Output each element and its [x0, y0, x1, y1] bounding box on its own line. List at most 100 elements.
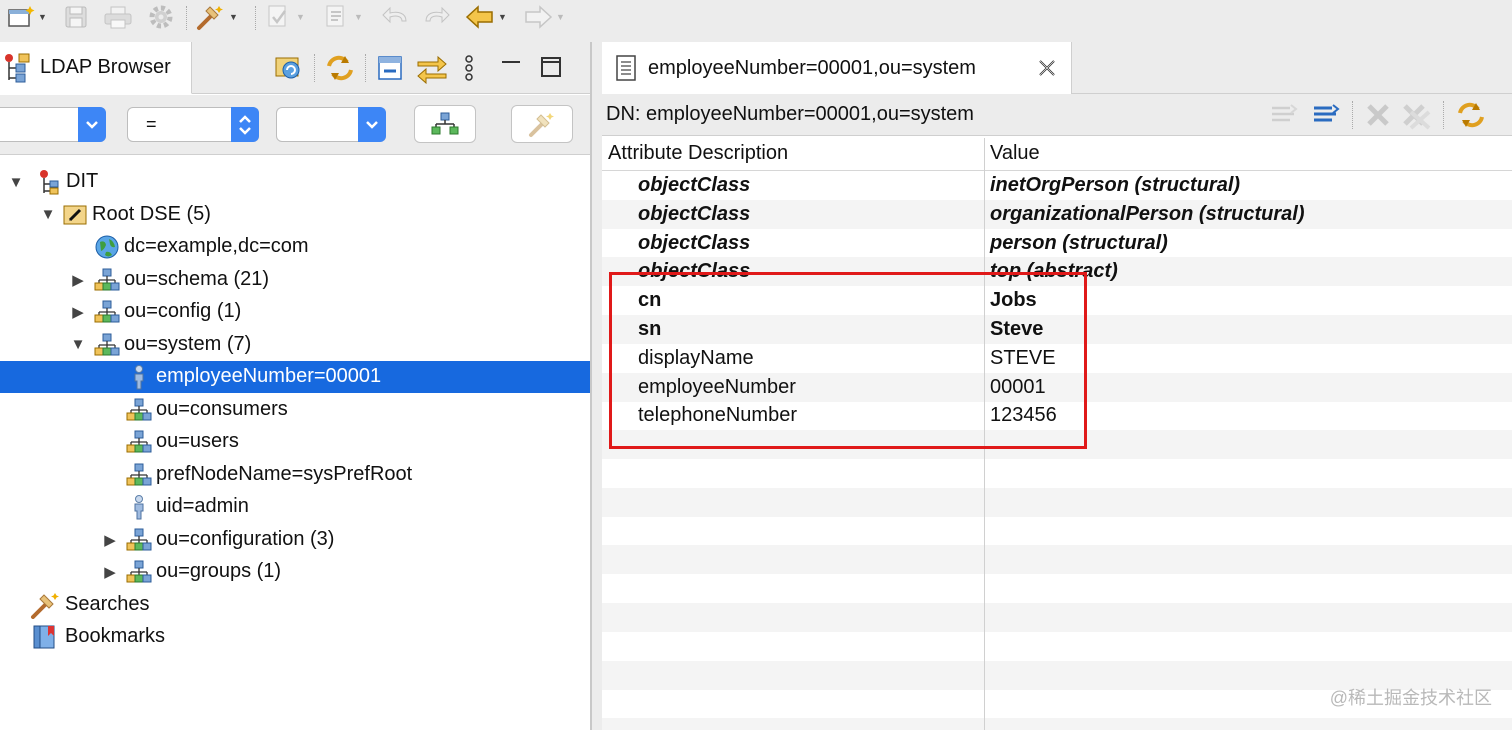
expander-expanded-icon[interactable]: ▼ [70, 336, 86, 353]
bookmarks-icon [30, 624, 62, 650]
last-edit-location-icon [382, 6, 407, 24]
tab-ldap-browser[interactable]: LDAP Browser [0, 42, 192, 94]
tree-node[interactable]: ▼ Root DSE (5) [0, 199, 590, 231]
searches-icon [30, 592, 62, 619]
person-icon [126, 494, 152, 520]
settings-button[interactable] [145, 4, 177, 30]
attribute-row[interactable]: telephoneNumber 123456 [602, 401, 1512, 430]
delete-all-icon[interactable] [1399, 100, 1433, 130]
attribute-combo[interactable] [0, 107, 106, 142]
attribute-row[interactable]: objectClass inetOrgPerson (structural) [602, 171, 1512, 200]
print-button[interactable] [102, 4, 134, 30]
attribute-value[interactable]: inetOrgPerson (structural) [990, 174, 1240, 197]
operator-combo[interactable]: = [127, 107, 259, 142]
expander-expanded-icon[interactable]: ▼ [8, 174, 24, 191]
next-annotation-button[interactable]: ▼ [264, 4, 305, 30]
close-icon[interactable] [1036, 57, 1058, 79]
save-button[interactable] [62, 4, 90, 30]
ldap-browser-icon [5, 53, 30, 82]
attribute-value[interactable]: STEVE [990, 347, 1056, 370]
tree-node[interactable]: ▼ DIT [0, 166, 590, 198]
attribute-row[interactable]: sn Steve [602, 315, 1512, 344]
expander-collapsed-icon[interactable]: ▶ [102, 564, 118, 581]
attribute-value[interactable]: organizationalPerson (structural) [990, 203, 1305, 226]
tree-node[interactable]: prefNodeName=sysPrefRoot [0, 459, 590, 491]
tree-node[interactable]: ▼ ou=system (7) [0, 329, 590, 361]
chevron-down-icon[interactable]: ▼ [296, 12, 305, 22]
chevron-down-icon[interactable]: ▼ [229, 12, 238, 22]
expander-collapsed-icon[interactable]: ▶ [70, 304, 86, 321]
empty-row [602, 487, 1512, 517]
tree-node[interactable]: ▶ ou=configuration (3) [0, 524, 590, 556]
main-toolbar: ▼ ▼ ▼ ▼ ▼ ▼ [0, 0, 1512, 36]
chevron-down-icon[interactable]: ▼ [354, 12, 363, 22]
collapse-all-icon[interactable] [374, 52, 408, 84]
back-button[interactable]: ▼ [464, 4, 507, 30]
tree-node[interactable]: uid=admin [0, 491, 590, 523]
view-menu-icon[interactable] [458, 52, 480, 84]
previous-annotation-button[interactable]: ▼ [322, 4, 363, 30]
chevron-down-icon[interactable]: ▼ [498, 12, 507, 22]
new-attribute-icon[interactable] [1310, 100, 1342, 130]
chevron-down-icon[interactable] [78, 107, 106, 142]
tree-node[interactable]: ou=consumers [0, 394, 590, 426]
chevron-down-icon[interactable]: ▼ [38, 12, 47, 22]
attribute-row[interactable]: cn Jobs [602, 286, 1512, 315]
attribute-row[interactable]: objectClass person (structural) [602, 229, 1512, 258]
tree-node[interactable]: ▶ ou=config (1) [0, 296, 590, 328]
dn-bar: DN: employeeNumber=00001,ou=system [602, 94, 1512, 136]
tree-node[interactable]: ou=users [0, 426, 590, 458]
attribute-value[interactable]: Jobs [990, 289, 1037, 312]
tree-node[interactable]: Searches [0, 589, 590, 621]
expander-expanded-icon[interactable]: ▼ [40, 206, 56, 223]
attribute-value[interactable]: top (abstract) [990, 260, 1118, 283]
value-combo[interactable] [276, 107, 386, 142]
search-wand-button[interactable]: ▼ [195, 4, 238, 30]
attribute-value[interactable]: 00001 [990, 376, 1046, 399]
forward-edit-button[interactable] [420, 4, 452, 30]
tree-node[interactable]: employeeNumber=00001 [0, 361, 590, 393]
attribute-value[interactable]: person (structural) [990, 232, 1168, 255]
tree-node[interactable]: dc=example,dc=com [0, 231, 590, 263]
entry-editor: employeeNumber=00001,ou=system DN: emplo… [602, 42, 1512, 730]
delete-icon[interactable] [1363, 100, 1393, 130]
forward-button[interactable]: ▼ [522, 4, 565, 30]
column-header-value[interactable]: Value [990, 142, 1040, 165]
refresh-icon[interactable] [1454, 99, 1488, 131]
run-quick-search-button[interactable] [511, 105, 573, 143]
link-arrows-icon[interactable] [414, 52, 450, 84]
chevron-down-icon[interactable] [358, 107, 386, 142]
chevron-down-icon[interactable]: ▼ [556, 12, 565, 22]
attribute-row[interactable]: employeeNumber 00001 [602, 372, 1512, 402]
refresh-icon[interactable] [323, 52, 357, 84]
column-divider [984, 138, 985, 730]
last-edit-location-button[interactable] [380, 4, 412, 30]
watermark: @稀土掘金技术社区 [1329, 688, 1492, 708]
tree-node[interactable]: ▶ ou=groups (1) [0, 556, 590, 588]
attribute-name: objectClass [638, 202, 751, 225]
column-header-attribute[interactable]: Attribute Description [608, 142, 788, 165]
tree-node[interactable]: Bookmarks [0, 621, 590, 653]
search-scope-button[interactable] [414, 105, 476, 143]
empty-row [602, 430, 1512, 460]
attribute-value[interactable]: 123456 [990, 404, 1057, 427]
show-decorated-values-icon[interactable] [1268, 100, 1300, 130]
link-with-editor-icon[interactable] [272, 52, 306, 84]
empty-row [602, 574, 1512, 603]
expander-collapsed-icon[interactable]: ▶ [70, 272, 86, 289]
maximize-icon[interactable] [534, 52, 568, 84]
org-unit-icon [94, 332, 120, 358]
minimize-icon[interactable] [494, 52, 528, 84]
tree-node-label: DIT [66, 170, 99, 192]
up-down-chevron-icon[interactable] [231, 107, 259, 142]
attribute-row[interactable]: displayName STEVE [602, 344, 1512, 373]
expander-collapsed-icon[interactable]: ▶ [102, 532, 118, 549]
tree-node[interactable]: ▶ ou=schema (21) [0, 264, 590, 296]
tree-node-label: ou=users [156, 430, 239, 452]
attribute-value[interactable]: Steve [990, 318, 1043, 341]
attribute-row[interactable]: objectClass organizationalPerson (structu… [602, 199, 1512, 229]
quick-search-bar: = [0, 95, 590, 155]
new-wizard-button[interactable]: ▼ [6, 4, 47, 30]
attribute-row[interactable]: objectClass top (abstract) [602, 257, 1512, 287]
tab-entry-editor[interactable]: employeeNumber=00001,ou=system [602, 42, 1072, 94]
